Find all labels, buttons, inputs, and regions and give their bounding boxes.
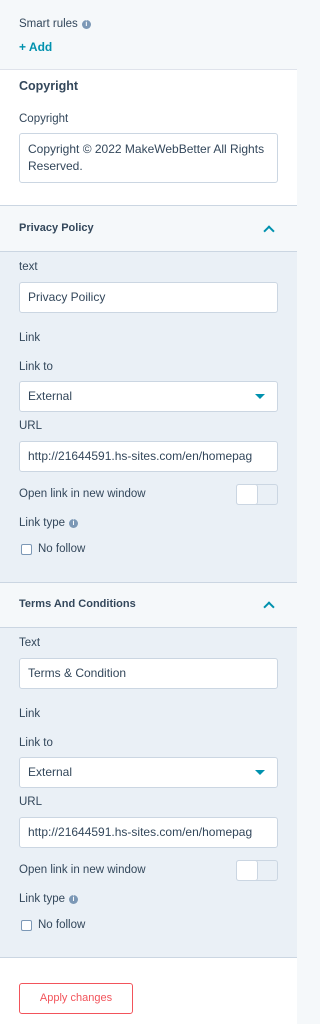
- privacy-link-to-label: Link to: [19, 361, 53, 373]
- copyright-section-title: Copyright: [19, 79, 79, 93]
- privacy-text-label: text: [19, 261, 38, 273]
- smart-rules-label: Smart rules: [19, 18, 78, 30]
- info-icon[interactable]: i: [69, 895, 79, 904]
- privacy-link-type-heading: Link type i: [19, 517, 79, 529]
- privacy-no-follow-checkbox[interactable]: [21, 544, 32, 555]
- copyright-field-label: Copyright: [19, 113, 69, 125]
- terms-link-heading: Link: [19, 708, 41, 720]
- privacy-link-heading: Link: [19, 332, 41, 344]
- toggle-knob: [236, 860, 258, 881]
- privacy-text-input[interactable]: Privacy Poilicy: [19, 282, 278, 313]
- terms-link-type-heading: Link type i: [19, 893, 79, 905]
- terms-text-input[interactable]: Terms & Condition: [19, 658, 278, 689]
- terms-no-follow-label[interactable]: No follow: [38, 919, 85, 931]
- privacy-link-to-select[interactable]: External: [19, 381, 278, 412]
- terms-new-window-toggle[interactable]: [236, 860, 278, 881]
- privacy-no-follow-label[interactable]: No follow: [38, 543, 85, 555]
- smart-rules-area: [0, 0, 297, 70]
- privacy-url-label: URL: [19, 420, 43, 432]
- terms-link-to-value: External: [28, 765, 73, 779]
- privacy-link-to-value: External: [28, 389, 73, 403]
- info-icon[interactable]: i: [81, 20, 91, 29]
- toggle-knob: [236, 484, 258, 505]
- terms-link-type-label: Link type: [19, 893, 66, 905]
- terms-no-follow-checkbox[interactable]: [21, 920, 32, 931]
- info-icon[interactable]: i: [69, 519, 79, 528]
- smart-rules-heading: Smart rules i: [19, 18, 91, 30]
- terms-new-window-label: Open link in new window: [19, 864, 146, 876]
- terms-title: Terms And Conditions: [19, 598, 136, 610]
- privacy-url-input[interactable]: http://21644591.hs-sites.com/en/homepag: [19, 441, 278, 472]
- terms-text-label: Text: [19, 637, 41, 649]
- privacy-policy-title: Privacy Policy: [19, 222, 94, 234]
- add-smart-rule-link[interactable]: + Add: [19, 40, 52, 54]
- chevron-down-icon: [255, 770, 265, 775]
- copyright-textarea[interactable]: Copyright © 2022 MakeWebBetter All Right…: [19, 133, 278, 183]
- apply-changes-button[interactable]: Apply changes: [19, 983, 133, 1014]
- privacy-new-window-label: Open link in new window: [19, 488, 146, 500]
- terms-url-input[interactable]: http://21644591.hs-sites.com/en/homepag: [19, 817, 278, 848]
- terms-link-to-label: Link to: [19, 737, 53, 749]
- privacy-new-window-toggle[interactable]: [236, 484, 278, 505]
- terms-url-label: URL: [19, 796, 43, 808]
- privacy-link-type-label: Link type: [19, 517, 66, 529]
- terms-link-to-select[interactable]: External: [19, 757, 278, 788]
- chevron-down-icon: [255, 394, 265, 399]
